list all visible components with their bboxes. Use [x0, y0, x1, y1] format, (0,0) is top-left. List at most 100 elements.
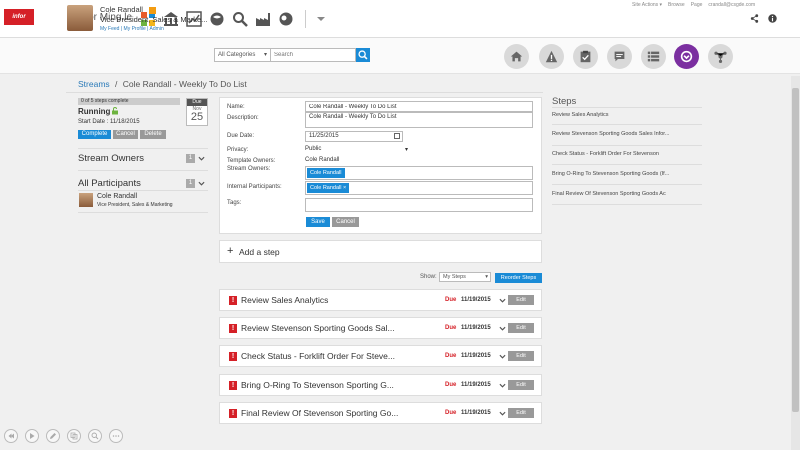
step-edit-button[interactable]: Edit	[508, 380, 534, 390]
step-due-label: Due	[445, 353, 457, 359]
stream-owners-header[interactable]: Stream Owners	[78, 153, 144, 164]
chevron-down-icon[interactable]	[198, 155, 205, 162]
divider	[552, 107, 702, 108]
rewind-icon[interactable]	[4, 429, 18, 443]
step-row[interactable]: ! Review Stevenson Sporting Goods Sal...…	[219, 317, 542, 339]
info-icon[interactable]	[768, 14, 777, 23]
all-participants-header[interactable]: All Participants	[78, 178, 141, 189]
category-select[interactable]: All Categories ▾	[214, 48, 271, 62]
cancel-stream-button[interactable]: Cancel	[113, 130, 138, 139]
add-step-label[interactable]: Add a step	[239, 247, 280, 257]
share-icon[interactable]	[750, 14, 759, 23]
more-icon[interactable]	[109, 429, 123, 443]
step-row[interactable]: ! Final Review Of Stevenson Sporting Go.…	[219, 402, 542, 424]
privacy-label: Privacy:	[227, 147, 249, 153]
top-right-icons	[750, 14, 777, 23]
infor-logo[interactable]: infor	[4, 9, 34, 25]
account-email[interactable]: crandall@csgde.com	[708, 2, 755, 8]
chevron-down-icon[interactable]	[499, 382, 506, 389]
scrollbar-thumb[interactable]	[792, 88, 799, 412]
cancel-button[interactable]: Cancel	[332, 217, 359, 227]
user-title: Vice President, Sales & Marke...	[100, 15, 208, 24]
step-row[interactable]: ! Check Status - Forklift Order For Stev…	[219, 345, 542, 367]
plus-icon: +	[227, 245, 234, 257]
privacy-select[interactable]: Public ▾	[305, 146, 408, 153]
step-edit-button[interactable]: Edit	[508, 295, 534, 305]
factory-icon[interactable]	[255, 11, 271, 27]
status-text: Running	[78, 107, 111, 116]
search-input[interactable]	[271, 48, 356, 62]
step-edit-button[interactable]: Edit	[508, 323, 534, 333]
page-link[interactable]: Page	[691, 2, 703, 8]
step-name[interactable]: Bring O-Ring To Stevenson Sporting G...	[241, 380, 394, 390]
search-button[interactable]	[356, 48, 370, 62]
step-name[interactable]: Review Stevenson Sporting Goods Sal...	[241, 323, 395, 333]
steps-panel-item[interactable]: Bring O-Ring To Stevenson Sporting Goods…	[552, 171, 669, 177]
globe-icon[interactable]	[209, 11, 225, 27]
tasks-icon	[580, 50, 591, 63]
steps-panel-item[interactable]: Check Status - Forklift Order For Steven…	[552, 151, 659, 157]
participant-name[interactable]: Cole Randall	[97, 193, 137, 200]
world-icon[interactable]	[278, 11, 294, 27]
tags-input[interactable]	[305, 198, 533, 212]
share-network-nav-button[interactable]	[708, 44, 733, 69]
copy-icon[interactable]	[67, 429, 81, 443]
show-select[interactable]: My Steps ▾	[439, 272, 491, 282]
chevron-down-icon[interactable]	[499, 325, 506, 332]
alerts-nav-button[interactable]	[539, 44, 564, 69]
calendar-icon[interactable]	[394, 133, 400, 139]
top-links: Site Actions ▾ Browse Page crandall@csgd…	[632, 2, 755, 8]
name-label: Name:	[227, 104, 245, 110]
browse-link[interactable]: Browse	[668, 2, 685, 8]
step-edit-button[interactable]: Edit	[508, 408, 534, 418]
chevron-down-icon[interactable]	[198, 180, 205, 187]
step-name[interactable]: Review Sales Analytics	[241, 295, 328, 305]
tasks-nav-button[interactable]	[573, 44, 598, 69]
step-due-label: Due	[445, 410, 457, 416]
reorder-steps-button[interactable]: Reorder Steps	[495, 273, 542, 283]
divider	[552, 164, 702, 165]
site-actions-link[interactable]: Site Actions ▾	[632, 2, 662, 8]
stream-owner-chip[interactable]: Cole Randall	[307, 168, 345, 178]
delete-button[interactable]: Delete	[140, 130, 166, 139]
alert-icon	[545, 50, 558, 63]
list-nav-button[interactable]	[641, 44, 666, 69]
description-textarea[interactable]: Cole Randall - Weekly To Do List	[305, 112, 533, 128]
breadcrumb-streams-link[interactable]: Streams	[78, 79, 110, 89]
complete-button[interactable]: Complete	[78, 130, 111, 139]
chevron-down-icon[interactable]	[499, 297, 506, 304]
step-due-label: Due	[445, 297, 457, 303]
step-name[interactable]: Final Review Of Stevenson Sporting Go...	[241, 408, 398, 418]
chevron-down-icon[interactable]	[499, 353, 506, 360]
alert-icon: !	[229, 324, 237, 333]
steps-panel-item[interactable]: Review Sales Analytics	[552, 112, 609, 118]
step-row[interactable]: ! Bring O-Ring To Stevenson Sporting G..…	[219, 374, 542, 396]
name-input[interactable]	[305, 101, 533, 112]
notes-nav-button[interactable]	[607, 44, 632, 69]
edit-icon[interactable]	[46, 429, 60, 443]
start-date: Start Date : 11/18/2015	[78, 119, 140, 125]
save-button[interactable]: Save	[306, 217, 330, 227]
template-owners-label: Template Owners:	[227, 158, 276, 164]
user-links[interactable]: My Feed | My Profile | Admin	[100, 26, 164, 32]
participant-avatar[interactable]	[79, 193, 93, 207]
due-day: 25	[190, 111, 204, 123]
zoom-icon[interactable]	[88, 429, 102, 443]
search-icon[interactable]	[232, 11, 248, 27]
due-date-label: Due Date:	[227, 133, 255, 139]
step-row[interactable]: ! Review Sales Analytics Due 11/19/2015 …	[219, 289, 542, 311]
divider	[78, 170, 208, 171]
due-date-input[interactable]: 11/25/2015	[305, 131, 403, 142]
home-nav-button[interactable]	[504, 44, 529, 69]
step-edit-button[interactable]: Edit	[508, 351, 534, 361]
steps-panel-item[interactable]: Final Review Of Stevenson Sporting Goods…	[552, 191, 666, 197]
chevron-down-icon[interactable]	[313, 11, 329, 27]
avatar[interactable]	[67, 5, 93, 31]
play-icon[interactable]	[25, 429, 39, 443]
internal-participant-chip[interactable]: Cole Randall ×	[307, 183, 350, 193]
step-name[interactable]: Check Status - Forklift Order For Steve.…	[241, 351, 395, 361]
streams-nav-button[interactable]	[674, 44, 699, 69]
chevron-down-icon[interactable]	[499, 410, 506, 417]
steps-panel-item[interactable]: Review Stevenson Sporting Goods Sales In…	[552, 131, 669, 137]
show-label: Show:	[420, 274, 437, 280]
